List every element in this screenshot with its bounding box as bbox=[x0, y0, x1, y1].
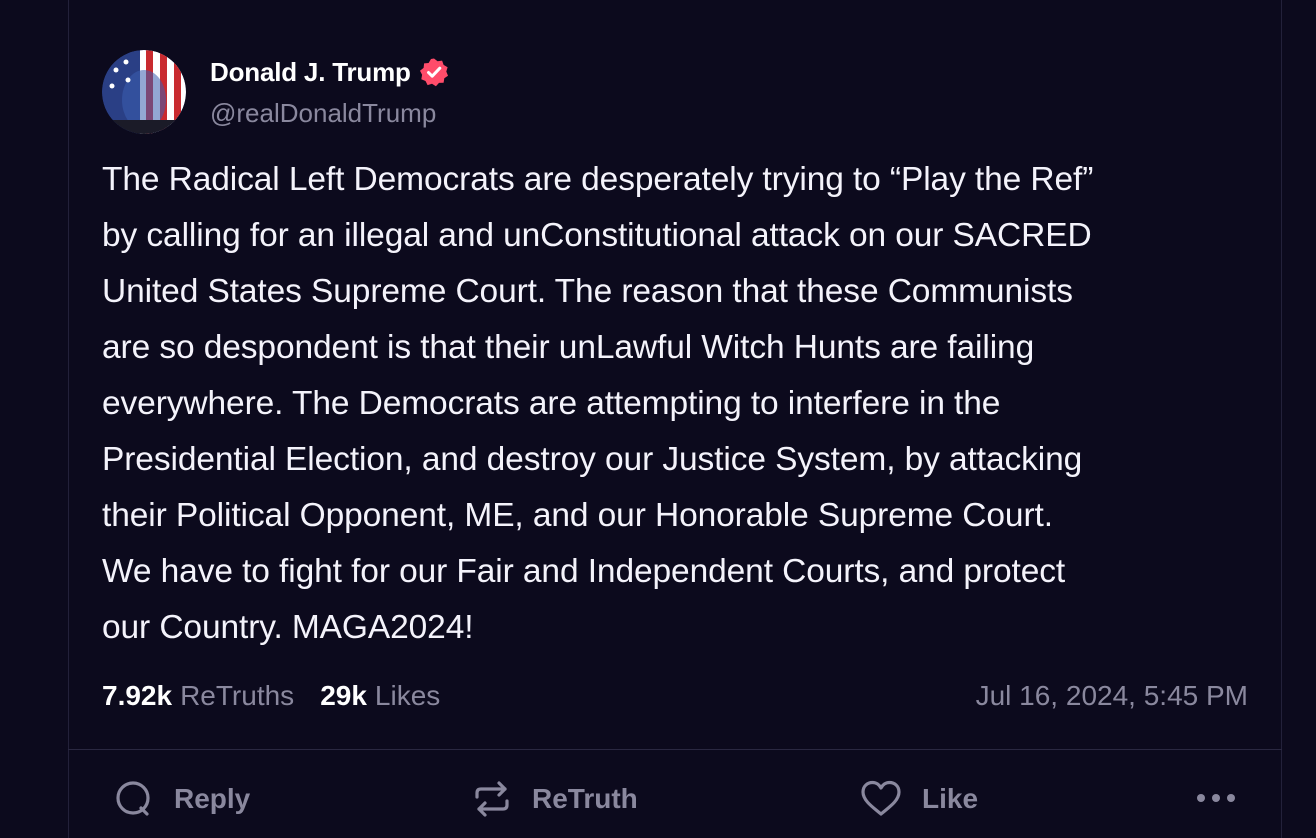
post-text: The Radical Left Democrats are desperate… bbox=[102, 161, 1094, 646]
likes-label[interactable]: Likes bbox=[375, 680, 440, 712]
heart-icon bbox=[860, 779, 902, 819]
speech-bubble-icon bbox=[114, 779, 154, 819]
like-label: Like bbox=[922, 783, 979, 814]
more-options-button[interactable] bbox=[1196, 780, 1236, 820]
retruths-count[interactable]: 7.92k bbox=[102, 680, 172, 712]
post-stats: 7.92k ReTruths 29k Likes bbox=[102, 676, 440, 716]
reply-label: Reply bbox=[174, 783, 251, 814]
likes-count[interactable]: 29k bbox=[320, 680, 367, 712]
like-button[interactable]: Like bbox=[860, 776, 978, 822]
more-dots-icon bbox=[1196, 791, 1236, 809]
retruth-label: ReTruth bbox=[532, 783, 638, 814]
author-handle[interactable]: @realDonaldTrump bbox=[210, 98, 436, 129]
retruths-label[interactable]: ReTruths bbox=[180, 680, 294, 712]
author-row: Donald J. Trump bbox=[210, 54, 449, 90]
divider bbox=[68, 749, 1282, 750]
repost-arrows-icon bbox=[472, 779, 512, 819]
post-timestamp[interactable]: Jul 16, 2024, 5:45 PM bbox=[976, 676, 1248, 716]
retruth-button[interactable]: ReTruth bbox=[472, 776, 638, 822]
reply-button[interactable]: Reply bbox=[114, 776, 250, 822]
verified-badge-icon bbox=[419, 57, 449, 87]
avatar[interactable] bbox=[102, 50, 186, 134]
author-name[interactable]: Donald J. Trump bbox=[210, 57, 411, 88]
